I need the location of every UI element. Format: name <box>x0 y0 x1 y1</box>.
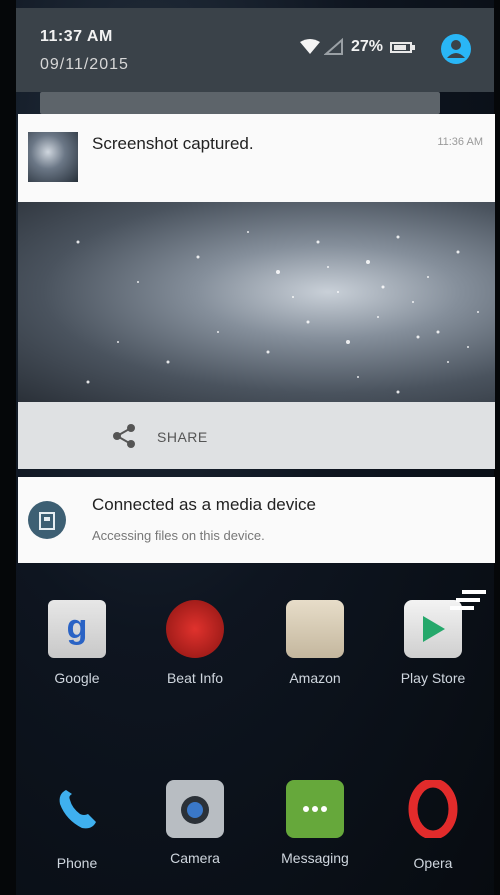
date-text: 09/11/2015 <box>40 56 129 73</box>
phone-icon <box>59 790 96 829</box>
screen: 11:37 AM 09/11/2015 27% Screenshot captu… <box>0 0 500 895</box>
beats-icon <box>166 600 224 658</box>
app-label: Beat Info <box>166 670 224 686</box>
time-text: 11:37 AM <box>40 28 113 45</box>
camera-icon <box>166 780 224 838</box>
app-label: Camera <box>170 850 220 866</box>
messaging-icon <box>286 780 344 838</box>
app-label: Phone <box>56 855 98 871</box>
battery-nub <box>412 45 415 50</box>
app-label: Play Store <box>400 670 466 686</box>
screenshot-thumbnail <box>28 132 78 182</box>
notification-header: 11:37 AM 09/11/2015 27% <box>16 8 494 92</box>
app-label: Amazon <box>289 670 341 686</box>
google-icon <box>48 600 106 658</box>
amazon-icon <box>286 600 344 658</box>
sparkle-pattern <box>76 231 479 394</box>
usb-icon <box>28 501 66 539</box>
battery-icon <box>390 42 412 53</box>
notification-title: Connected as a media device <box>92 495 316 514</box>
notification-time: 11:36 AM <box>437 136 483 148</box>
signal-icon <box>324 38 343 55</box>
app-drawer-icon[interactable] <box>450 590 486 612</box>
google-search-bar <box>40 92 440 114</box>
media-device-notification[interactable]: Connected as a media device Accessing fi… <box>18 477 495 563</box>
share-icon <box>113 424 135 448</box>
app-opera[interactable]: Opera <box>388 778 478 871</box>
app-amazon[interactable]: Amazon <box>270 600 360 686</box>
user-icon[interactable] <box>440 33 472 65</box>
share-label: SHARE <box>157 429 208 445</box>
app-phone[interactable]: Phone <box>32 780 122 871</box>
app-beat-info[interactable]: Beat Info <box>150 600 240 686</box>
app-label: Opera <box>413 855 453 871</box>
app-label: Google <box>54 670 100 686</box>
opera-icon <box>408 778 458 840</box>
screenshot-notification[interactable]: Screenshot captured. 11:36 AM SHARE <box>18 114 495 469</box>
app-camera[interactable]: Camera <box>150 780 240 866</box>
app-messaging[interactable]: Messaging <box>270 780 360 866</box>
app-google[interactable]: Google <box>32 600 122 686</box>
wifi-icon <box>300 39 320 54</box>
left-border <box>0 0 16 895</box>
app-label: Messaging <box>281 850 349 866</box>
notification-text: Accessing files on this device. <box>92 528 265 543</box>
notification-title: Screenshot captured. <box>92 134 254 153</box>
share-action[interactable]: SHARE <box>18 402 495 469</box>
screenshot-preview[interactable] <box>18 202 495 402</box>
battery-percent: 27% <box>351 38 384 55</box>
app-play-store[interactable]: Play Store <box>388 600 478 686</box>
